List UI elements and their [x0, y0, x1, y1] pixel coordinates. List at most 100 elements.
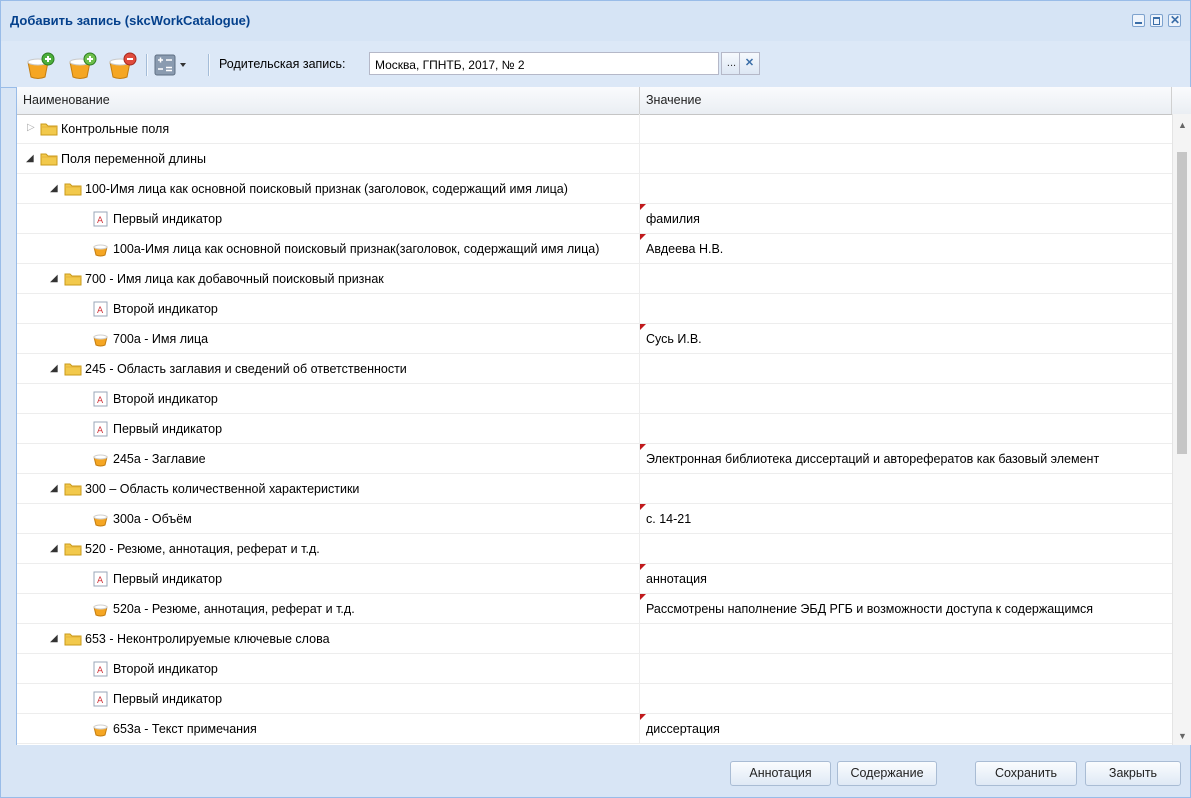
minimize-button[interactable] [1132, 14, 1145, 27]
name-cell[interactable]: A Второй индикатор [17, 654, 640, 683]
tree-row[interactable]: ◢ 520 - Резюме, аннотация, реферат и т.д. [17, 534, 1172, 564]
vertical-scrollbar[interactable]: ▲ ▼ [1172, 114, 1191, 745]
name-cell[interactable]: A Первый индикатор [17, 414, 640, 443]
tree-row[interactable]: ◢ 245 - Область заглавия и сведений об от… [17, 354, 1172, 384]
value-cell[interactable] [640, 414, 1172, 443]
value-cell[interactable]: Авдеева Н.В. [640, 234, 1172, 263]
name-cell[interactable]: A Первый индикатор [17, 204, 640, 233]
value-cell[interactable] [640, 654, 1172, 683]
value-cell[interactable]: Сусь И.В. [640, 324, 1172, 353]
column-header-value[interactable]: Значение [640, 87, 1172, 114]
calculator-icon[interactable] [154, 54, 190, 82]
tree-row[interactable]: 520a - Резюме, аннотация, реферат и т.д.… [17, 594, 1172, 624]
folder-icon [64, 631, 82, 649]
expand-arrow-icon[interactable]: ◢ [50, 543, 58, 554]
tree-row[interactable]: ◢ 653 - Неконтролируемые ключевые слова [17, 624, 1172, 654]
name-cell[interactable]: A Второй индикатор [17, 294, 640, 323]
delete-record-icon[interactable] [107, 52, 137, 80]
scrollbar-thumb[interactable] [1177, 152, 1187, 454]
add-record-icon[interactable] [25, 52, 55, 80]
scroll-down-icon[interactable]: ▼ [1178, 731, 1187, 741]
tree-row[interactable]: A Первый индикатор [17, 414, 1172, 444]
value-cell[interactable] [640, 684, 1172, 713]
annotation-button[interactable]: Аннотация [730, 761, 831, 786]
subfield-icon [93, 721, 108, 740]
value-cell[interactable]: диссертация [640, 714, 1172, 743]
value-cell[interactable] [640, 384, 1172, 413]
name-cell[interactable]: 300a - Объём [17, 504, 640, 533]
name-cell[interactable]: 245a - Заглавие [17, 444, 640, 473]
name-cell[interactable]: ◢ 245 - Область заглавия и сведений об от… [17, 354, 640, 383]
value-cell[interactable] [640, 174, 1172, 203]
value-cell[interactable] [640, 474, 1172, 503]
name-cell[interactable]: ◢ 700 - Имя лица как добавочный поисковый… [17, 264, 640, 293]
name-cell[interactable]: ◢ 653 - Неконтролируемые ключевые слова [17, 624, 640, 653]
close-button[interactable]: Закрыть [1085, 761, 1181, 786]
name-cell[interactable]: 700a - Имя лица [17, 324, 640, 353]
expand-arrow-icon[interactable]: ◢ [50, 183, 58, 194]
value-cell[interactable]: Рассмотрены наполнение ЭБД РГБ и возможн… [640, 594, 1172, 623]
tree-row[interactable]: ▷ Контрольные поля [17, 114, 1172, 144]
expand-arrow-icon[interactable]: ◢ [50, 483, 58, 494]
tree-row[interactable]: A Второй индикатор [17, 294, 1172, 324]
value-cell[interactable] [640, 534, 1172, 563]
name-cell[interactable]: ◢ Поля переменной длины [17, 144, 640, 173]
close-window-button[interactable]: ✕ [1168, 13, 1181, 27]
tree-row[interactable]: 700a - Имя лица Сусь И.В. [17, 324, 1172, 354]
tree-row[interactable]: 300a - Объём с. 14-21 [17, 504, 1172, 534]
value-cell[interactable] [640, 114, 1172, 143]
clear-parent-button[interactable]: ✕ [739, 52, 760, 75]
name-cell[interactable]: ◢ 300 – Область количественной характерис… [17, 474, 640, 503]
parent-record-field[interactable]: Москва, ГПНТБ, 2017, № 2 [369, 52, 719, 75]
value-cell[interactable] [640, 144, 1172, 173]
expand-arrow-icon[interactable]: ◢ [50, 273, 58, 284]
tree-row[interactable]: ◢ 300 – Область количественной характерис… [17, 474, 1172, 504]
title-bar[interactable]: Добавить запись (skcWorkCatalogue) ✕ [1, 1, 1190, 42]
name-cell[interactable]: 100a-Имя лица как основной поисковый при… [17, 234, 640, 263]
value-cell[interactable]: с. 14-21 [640, 504, 1172, 533]
expand-arrow-icon[interactable]: ◢ [50, 633, 58, 644]
modified-marker-icon [640, 234, 646, 240]
collapse-arrow-icon[interactable]: ▷ [27, 122, 35, 133]
contents-button[interactable]: Содержание [837, 761, 937, 786]
value-cell[interactable] [640, 624, 1172, 653]
row-name: 520 - Резюме, аннотация, реферат и т.д. [85, 542, 320, 556]
name-cell[interactable]: A Второй индикатор [17, 384, 640, 413]
scroll-up-icon[interactable]: ▲ [1178, 120, 1187, 130]
folder-icon [40, 121, 58, 139]
value-cell[interactable] [640, 354, 1172, 383]
name-cell[interactable]: 520a - Резюме, аннотация, реферат и т.д. [17, 594, 640, 623]
tree-row[interactable]: A Второй индикатор [17, 384, 1172, 414]
tree-row[interactable]: A Первый индикатор аннотация [17, 564, 1172, 594]
value-cell[interactable] [640, 294, 1172, 323]
name-cell[interactable]: A Первый индикатор [17, 684, 640, 713]
name-cell[interactable]: A Первый индикатор [17, 564, 640, 593]
name-cell[interactable]: ◢ 100-Имя лица как основной поисковый при… [17, 174, 640, 203]
column-header-name[interactable]: Наименование [17, 87, 640, 114]
maximize-button[interactable] [1150, 14, 1163, 27]
tree-row[interactable]: A Первый индикатор [17, 684, 1172, 714]
name-cell[interactable]: 653a - Текст примечания [17, 714, 640, 743]
tree-row[interactable]: ◢ 100-Имя лица как основной поисковый при… [17, 174, 1172, 204]
name-cell[interactable]: ▷ Контрольные поля [17, 114, 640, 143]
tree-row[interactable]: 653a - Текст примечания диссертация [17, 714, 1172, 744]
tree-row[interactable]: ◢ 700 - Имя лица как добавочный поисковый… [17, 264, 1172, 294]
save-button[interactable]: Сохранить [975, 761, 1077, 786]
value-cell[interactable]: фамилия [640, 204, 1172, 233]
tree-row[interactable]: A Первый индикатор фамилия [17, 204, 1172, 234]
expand-arrow-icon[interactable]: ◢ [50, 363, 58, 374]
indicator-icon: A [93, 211, 108, 230]
add-child-record-icon[interactable] [67, 52, 97, 80]
indicator-icon: A [93, 301, 108, 320]
value-cell[interactable]: Электронная библиотека диссертаций и авт… [640, 444, 1172, 473]
tree-row[interactable]: 100a-Имя лица как основной поисковый при… [17, 234, 1172, 264]
indicator-icon: A [93, 421, 108, 440]
value-cell[interactable]: аннотация [640, 564, 1172, 593]
tree-row[interactable]: A Второй индикатор [17, 654, 1172, 684]
tree-row[interactable]: ◢ Поля переменной длины [17, 144, 1172, 174]
tree-row[interactable]: 245a - Заглавие Электронная библиотека ди… [17, 444, 1172, 474]
row-name: 100a-Имя лица как основной поисковый при… [113, 242, 600, 256]
name-cell[interactable]: ◢ 520 - Резюме, аннотация, реферат и т.д. [17, 534, 640, 563]
expand-arrow-icon[interactable]: ◢ [26, 153, 34, 164]
value-cell[interactable] [640, 264, 1172, 293]
